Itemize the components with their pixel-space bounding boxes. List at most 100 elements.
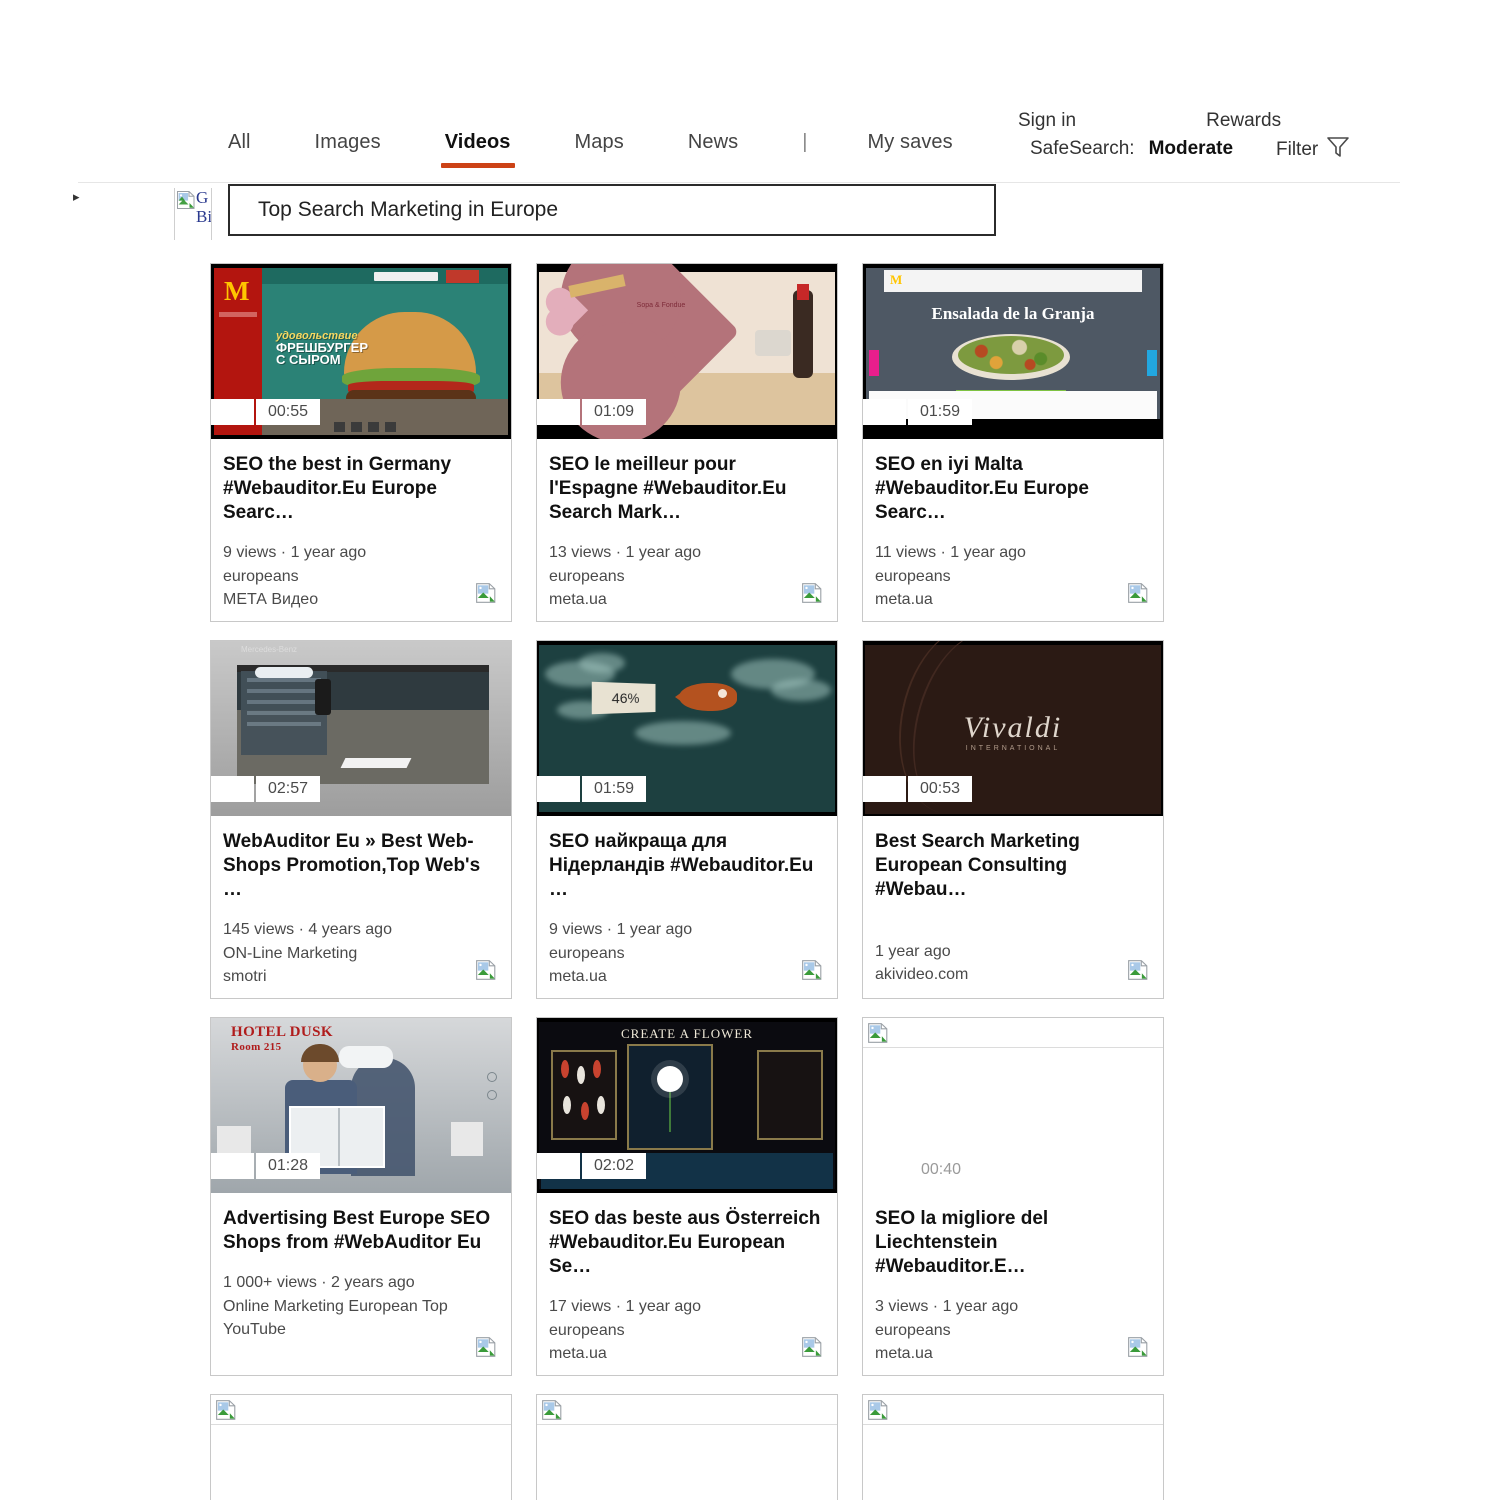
video-title[interactable]: SEO le meilleur pour l'Espagne #Webaudit… [549, 453, 825, 525]
broken-image-icon [801, 582, 823, 609]
nav-tab-maps[interactable]: Maps [575, 131, 624, 168]
search-box[interactable] [228, 184, 996, 236]
video-stats: 9 views · 1 year ago [223, 544, 367, 561]
sign-in-link[interactable]: Sign in [1018, 110, 1076, 132]
duration-badge: 02:02 [537, 1153, 647, 1179]
video-thumbnail[interactable]: HOTEL DUSK Room 215 01:28 [211, 1018, 511, 1193]
video-title[interactable]: SEO la migliore del Liechtenstein #Webau… [875, 1207, 1151, 1279]
video-title[interactable]: SEO найкраща для Нідерландів #Webauditor… [549, 830, 825, 902]
nav-tab-my-saves[interactable]: My saves [867, 131, 952, 168]
duration-text: 00:53 [908, 776, 973, 802]
video-card[interactable]: HOTEL DUSK Room 215 01:28 Advertising Bes… [210, 1017, 512, 1376]
video-channel: ON-Line Marketing [223, 945, 358, 962]
logo-alt-text: G Bi [196, 188, 211, 226]
filter-label: Filter [1276, 138, 1319, 160]
video-channel: 1 year ago [875, 943, 951, 960]
nav-tab-all[interactable]: All [228, 131, 251, 168]
filter-button[interactable]: Filter [1276, 136, 1350, 163]
video-source: МЕТА Видео [223, 591, 319, 608]
duration-badge: 01:28 [211, 1153, 321, 1179]
broken-image-icon [801, 959, 823, 986]
bing-logo[interactable]: G Bi [174, 188, 212, 240]
broken-image-icon [867, 1022, 889, 1049]
broken-image-icon [176, 190, 196, 210]
vertical-nav: All Images Videos Maps News | My saves [228, 131, 1017, 168]
duration-text: 00:55 [256, 399, 321, 425]
video-stats: 1 000+ views · 2 years ago [223, 1274, 415, 1291]
video-source: meta.ua [875, 1345, 933, 1362]
duration-text: 02:02 [582, 1153, 647, 1179]
video-card[interactable]: 46% 01:59 SEO найкраща для Нідерландів #… [536, 640, 838, 999]
video-card[interactable]: 01:19 SEO सबसे अच्छा से ग्रीस [210, 1394, 512, 1500]
video-source: meta.ua [875, 591, 933, 608]
video-card[interactable]: Sopa & Fondue 01:09 SEO le meilleur pour… [536, 263, 838, 622]
broken-image-icon [1127, 582, 1149, 609]
video-meta: Advertising Best Europe SEO Shops from #… [211, 1193, 511, 1375]
video-thumbnail[interactable]: 00:40 [863, 1018, 1163, 1193]
video-card[interactable]: Mercedes-Benz 02:57 WebAuditor Eu » Best… [210, 640, 512, 999]
video-title[interactable]: SEO das beste aus Österreich #Webauditor… [549, 1207, 825, 1279]
video-card[interactable]: M удовольствие ФРЕШБУРГЕР С СЫРОМ 00:55 SE… [210, 263, 512, 622]
broken-image-icon [541, 1399, 563, 1426]
video-title[interactable]: Best Search Marketing European Consultin… [875, 830, 1151, 902]
nav-separator: | [802, 131, 808, 153]
video-source: meta.ua [549, 968, 607, 985]
logo-alt-line-2: Bi [196, 207, 211, 226]
video-thumbnail[interactable]: CREATE A FLOWER 02:02 [537, 1018, 837, 1193]
video-title[interactable]: SEO the best in Germany #Webauditor.Eu E… [223, 453, 499, 525]
safesearch-value[interactable]: Moderate [1149, 138, 1233, 160]
duration-badge: 01:59 [863, 399, 973, 425]
duration-text: 02:57 [256, 776, 321, 802]
video-card[interactable]: 00:40 SEO la migliore del Liechtenstein … [862, 1017, 1164, 1376]
safesearch-control[interactable]: SafeSearch: Moderate [1030, 138, 1233, 160]
video-thumbnail[interactable]: 00:32 [537, 1395, 837, 1500]
video-title[interactable]: SEO en iyi Malta #Webauditor.Eu Europe S… [875, 453, 1151, 525]
video-card[interactable]: CREATE A FLOWER 02:02 SEO das beste aus … [536, 1017, 838, 1376]
broken-image-icon [1127, 959, 1149, 986]
search-input[interactable] [230, 198, 994, 222]
video-card[interactable]: M Ensalada de la Granja 01:59 SEO en iyi… [862, 263, 1164, 622]
video-thumbnail[interactable]: Mercedes-Benz 02:57 [211, 641, 511, 816]
video-thumbnail[interactable]: Sopa & Fondue 01:09 [537, 264, 837, 439]
video-thumbnail[interactable]: 02:38 · HD [863, 1395, 1163, 1500]
safesearch-label: SafeSearch: [1030, 138, 1135, 159]
account-links: Sign in Rewards [1018, 110, 1281, 132]
video-thumbnail[interactable]: M Ensalada de la Granja 01:59 [863, 264, 1163, 439]
video-title[interactable]: Advertising Best Europe SEO Shops from #… [223, 1207, 499, 1255]
video-channel: europeans [549, 945, 625, 962]
video-thumbnail[interactable]: M удовольствие ФРЕШБУРГЕР С СЫРОМ 00:55 [211, 264, 511, 439]
video-channel: Online Marketing European Top [223, 1298, 448, 1315]
broken-image-icon [475, 959, 497, 986]
video-thumbnail[interactable]: 01:19 [211, 1395, 511, 1500]
video-channel: europeans [549, 568, 625, 585]
nav-tab-videos[interactable]: Videos [440, 131, 515, 168]
broken-image-icon [867, 1399, 889, 1426]
header-divider [78, 182, 1400, 183]
nav-tab-news[interactable]: News [688, 131, 738, 168]
video-meta: SEO das beste aus Österreich #Webauditor… [537, 1193, 837, 1375]
video-thumbnail[interactable]: Vivaldi INTERNATIONAL 00:53 [863, 641, 1163, 816]
video-card[interactable]: 00:32 Best On-line Marketing in [536, 1394, 838, 1500]
video-meta: SEO le meilleur pour l'Espagne #Webaudit… [537, 439, 837, 621]
duration-badge: 00:55 [211, 399, 321, 425]
nav-tab-images[interactable]: Images [315, 131, 381, 168]
video-meta: SEO la migliore del Liechtenstein #Webau… [863, 1193, 1163, 1375]
video-results-grid: M удовольствие ФРЕШБУРГЕР С СЫРОМ 00:55 SE… [210, 263, 1168, 1500]
video-thumbnail[interactable]: 46% 01:59 [537, 641, 837, 816]
video-title[interactable]: WebAuditor Eu » Best Web-Shops Promotion… [223, 830, 499, 902]
video-stats: 145 views · 4 years ago [223, 921, 392, 938]
video-source: meta.ua [549, 591, 607, 608]
duration-badge: 00:53 [863, 776, 973, 802]
broken-image-icon [801, 1336, 823, 1363]
video-card[interactable]: Vivaldi INTERNATIONAL 00:53 Best Search … [862, 640, 1164, 999]
video-stats: 3 views · 1 year ago [875, 1298, 1019, 1315]
page-header: Sign in Rewards SafeSearch: Moderate Fil… [0, 0, 1500, 178]
video-meta: SEO найкраща для Нідерландів #Webauditor… [537, 816, 837, 998]
video-meta: SEO en iyi Malta #Webauditor.Eu Europe S… [863, 439, 1163, 621]
duration-text: 01:59 [582, 776, 647, 802]
broken-image-icon [1127, 1336, 1149, 1363]
rewards-link[interactable]: Rewards [1206, 110, 1281, 132]
video-meta: SEO the best in Germany #Webauditor.Eu E… [211, 439, 511, 621]
video-source: YouTube [223, 1321, 286, 1338]
video-card[interactable]: 02:38 · HD Top InterNet Advertising [862, 1394, 1164, 1500]
